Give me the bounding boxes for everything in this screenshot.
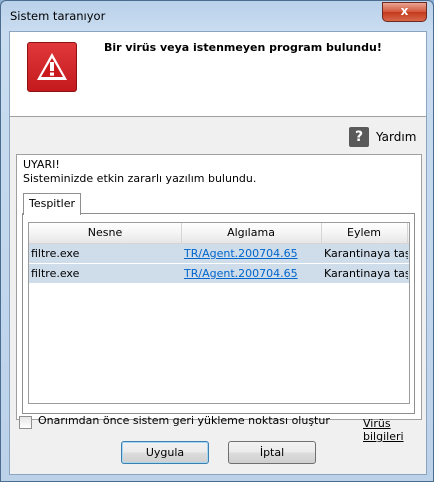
warning-title: UYARI!	[23, 158, 60, 171]
cell-object: filtre.exe	[31, 267, 80, 280]
alert-header: Bir virüs veya istenmeyen program bulund…	[10, 32, 426, 117]
table-row[interactable]: filtre.exe TR/Agent.200704.65 Karantinay…	[29, 264, 409, 284]
window-title: Sistem taranıyor	[10, 9, 106, 23]
apply-button[interactable]: Uygula	[121, 441, 209, 464]
cell-detection-link[interactable]: TR/Agent.200704.65	[184, 244, 319, 263]
column-header-action[interactable]: Eylem	[321, 223, 408, 243]
cell-detection-link[interactable]: TR/Agent.200704.65	[184, 264, 319, 283]
column-header-object[interactable]: Nesne	[29, 223, 182, 243]
virus-info-link[interactable]: Virüs bilgileri	[363, 417, 426, 443]
restore-point-checkbox[interactable]	[19, 416, 32, 429]
column-header-detection[interactable]: Algılama	[181, 223, 322, 243]
cell-object: filtre.exe	[31, 247, 80, 260]
title-bar[interactable]: Sistem taranıyor x	[1, 1, 433, 31]
alert-message: Bir virüs veya istenmeyen program bulund…	[104, 41, 382, 54]
list-header: Nesne Algılama Eylem	[29, 223, 409, 244]
help-label: Yardım	[376, 130, 417, 144]
cell-action[interactable]: Karantinaya taşı	[324, 264, 408, 283]
detection-panel: UYARI! Sisteminizde etkin zararlı yazılı…	[16, 154, 422, 420]
warning-triangle-icon	[27, 42, 77, 92]
cancel-button[interactable]: İptal	[228, 441, 316, 464]
close-icon: x	[400, 4, 409, 18]
restore-point-label[interactable]: Onarımdan önce sistem geri yükleme nokta…	[38, 414, 330, 427]
detections-list[interactable]: Nesne Algılama Eylem filtre.exe TR/Agent…	[28, 222, 410, 404]
dialog-client: Bir virüs veya istenmeyen program bulund…	[9, 31, 427, 475]
tab-content: Nesne Algılama Eylem filtre.exe TR/Agent…	[22, 213, 415, 414]
warning-subtitle: Sisteminizde etkin zararlı yazılım bulun…	[23, 172, 257, 185]
dialog-window: Sistem taranıyor x Bir virüs veya istenm…	[0, 0, 434, 482]
help-icon: ?	[349, 127, 369, 147]
table-row[interactable]: filtre.exe TR/Agent.200704.65 Karantinay…	[29, 244, 409, 264]
tab-detections[interactable]: Tespitler	[23, 193, 81, 215]
cell-action[interactable]: Karantinaya taşı	[324, 244, 408, 263]
close-button[interactable]: x	[382, 2, 427, 22]
